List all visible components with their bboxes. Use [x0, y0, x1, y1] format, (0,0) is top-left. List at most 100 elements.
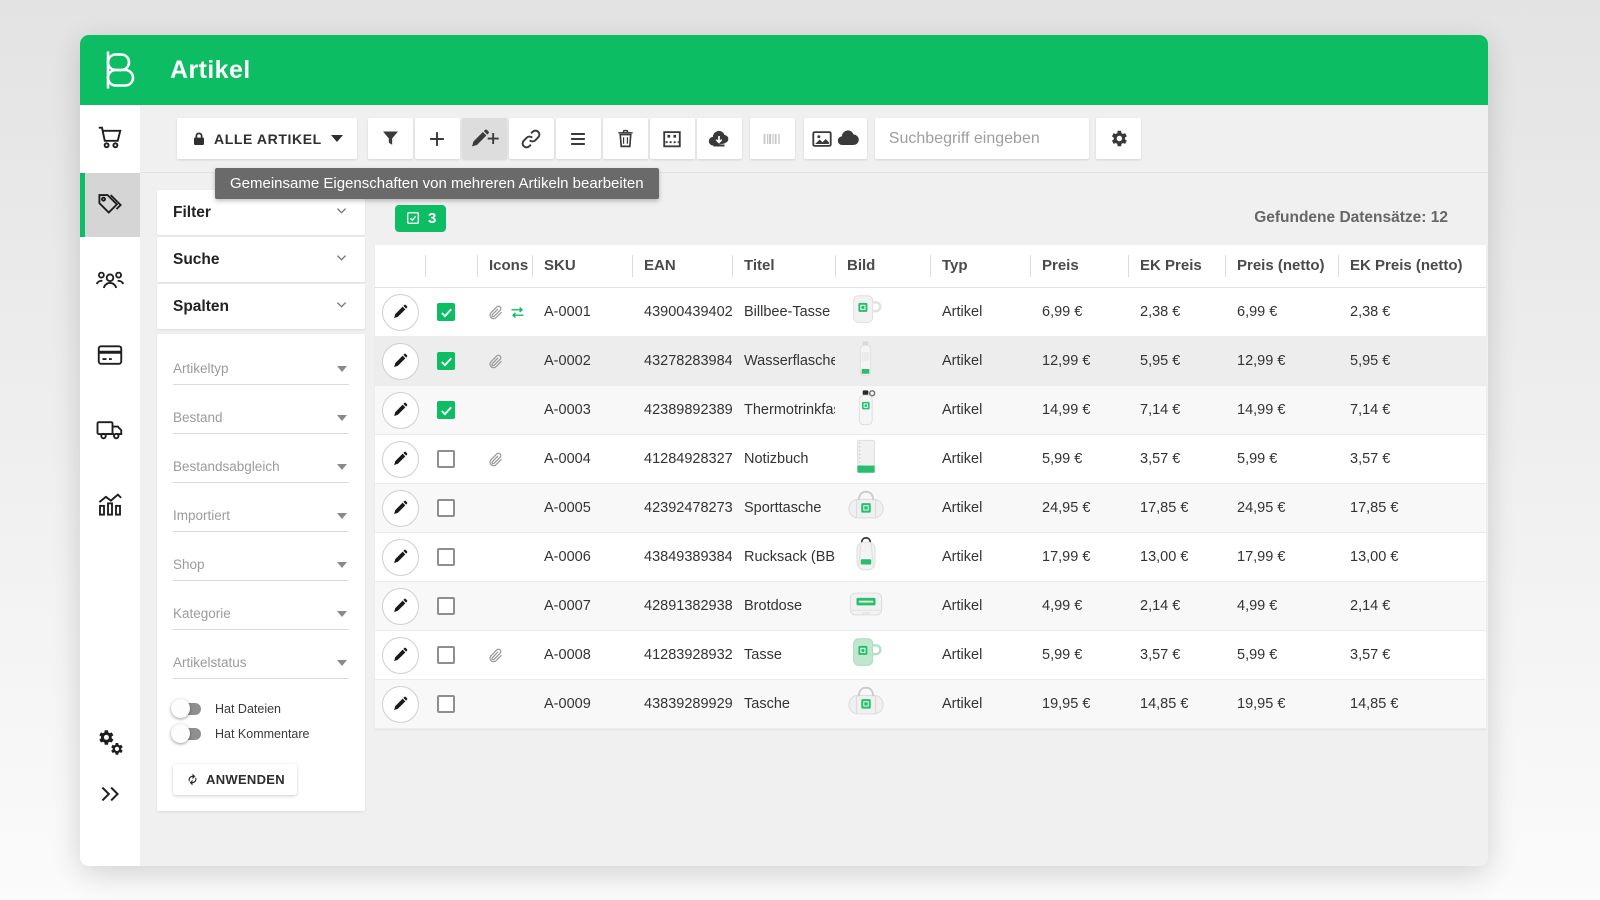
toolbar-buttons [368, 118, 869, 159]
typ-cell: Artikel [930, 696, 1030, 712]
scope-selector-button[interactable]: ALLE ARTIKEL [177, 118, 357, 159]
edit-row-button[interactable] [382, 686, 419, 723]
ek-preis-netto-cell: 7,14 € [1338, 402, 1486, 418]
column-header-ek-preis: EK Preis [1128, 254, 1225, 278]
row-checkbox[interactable] [437, 597, 455, 615]
sku-cell: A-0003 [532, 402, 632, 418]
caret-down-icon [337, 464, 347, 470]
edit-add-button[interactable] [462, 118, 507, 159]
articles-table: IconsSKUEANTitelBildTypPreisEK PreisPrei… [375, 245, 1486, 729]
image-cloud-button[interactable] [804, 118, 867, 159]
table-settings-button[interactable] [1096, 118, 1141, 159]
table-row: A-0006438493893849Rucksack (BB)Artikel17… [375, 533, 1486, 582]
preis-netto-cell: 24,95 € [1225, 500, 1338, 516]
artikeltyp-select[interactable]: Artikeltyp [173, 359, 349, 385]
edit-row-button[interactable] [382, 294, 419, 331]
toggle-hat-kommentare[interactable] [173, 727, 203, 741]
row-checkbox[interactable] [437, 646, 455, 664]
shop-select[interactable]: Shop [173, 555, 349, 581]
edit-row-button[interactable] [382, 441, 419, 478]
importiert-select[interactable]: Importiert [173, 506, 349, 532]
menu-button[interactable] [556, 118, 601, 159]
caret-down-icon [331, 135, 343, 142]
toolbar: ALLE ARTIKEL [140, 105, 1488, 173]
apply-button[interactable]: ANWENDEN [173, 764, 297, 795]
link-button[interactable] [509, 118, 554, 159]
sku-cell: A-0002 [532, 353, 632, 369]
row-checkbox[interactable] [437, 695, 455, 713]
preis-netto-cell: 17,99 € [1225, 549, 1338, 565]
cloud-download-button[interactable] [697, 118, 742, 159]
column-header-titel: Titel [732, 254, 835, 278]
apply-button-label: ANWENDEN [206, 772, 285, 787]
edit-row-button[interactable] [382, 490, 419, 527]
selected-count-badge[interactable]: 3 [395, 205, 446, 232]
titel-cell: Sporttasche [732, 500, 835, 516]
typ-cell: Artikel [930, 549, 1030, 565]
table-row: A-0003423898923899ThermotrinkfascheArtik… [375, 386, 1486, 435]
sidebar-item-articles[interactable] [80, 173, 140, 237]
sidebar-item-payments[interactable] [80, 323, 140, 387]
sku-cell: A-0009 [532, 696, 632, 712]
preis-netto-cell: 19,95 € [1225, 696, 1338, 712]
edit-row-button[interactable] [382, 539, 419, 576]
search-input[interactable] [875, 118, 1089, 159]
table-row: A-0008412839289322TasseArtikel5,99 €3,57… [375, 631, 1486, 680]
row-checkbox[interactable] [437, 499, 455, 517]
titel-cell: Billbee-Tasse [732, 304, 835, 320]
ek-preis-netto-cell: 2,38 € [1338, 304, 1486, 320]
column-header-bild: Bild [835, 254, 930, 278]
table-body: A-0001439004394023Billbee-TasseArtikel6,… [375, 288, 1486, 729]
row-checkbox[interactable] [437, 450, 455, 468]
page-title: Artikel [170, 56, 251, 85]
section-suche[interactable]: Suche [157, 237, 365, 282]
sidebar-item-expand[interactable] [80, 762, 140, 826]
chart-icon [95, 489, 125, 519]
kategorie-select[interactable]: Kategorie [173, 604, 349, 630]
truck-icon [94, 414, 126, 444]
preis-cell: 12,99 € [1030, 353, 1128, 369]
preis-netto-cell: 14,99 € [1225, 402, 1338, 418]
shelf-button[interactable] [650, 118, 695, 159]
edit-row-button[interactable] [382, 637, 419, 674]
product-image-notebook [845, 438, 887, 480]
chevron-down-icon [334, 250, 349, 270]
row-checkbox[interactable] [437, 303, 455, 321]
sidebar-item-shipping[interactable] [80, 397, 140, 461]
row-checkbox[interactable] [437, 352, 455, 370]
caret-down-icon [337, 611, 347, 617]
edit-row-button[interactable] [382, 588, 419, 625]
row-checkbox[interactable] [437, 548, 455, 566]
filter-button[interactable] [368, 118, 413, 159]
typ-cell: Artikel [930, 647, 1030, 663]
filter-fields: Artikeltyp Bestand Bestandsabgleich Importi… [173, 359, 349, 679]
sku-cell: A-0006 [532, 549, 632, 565]
sku-cell: A-0005 [532, 500, 632, 516]
ek-preis-netto-cell: 3,57 € [1338, 451, 1486, 467]
trash-button[interactable] [603, 118, 648, 159]
bestand-select[interactable]: Bestand [173, 408, 349, 434]
ean-cell: 412839289322 [632, 647, 732, 663]
edit-row-button[interactable] [382, 343, 419, 380]
section-spalten[interactable]: Spalten [157, 284, 365, 329]
sidebar-item-customers[interactable] [80, 248, 140, 312]
table-row: A-0007428913829389BrotdoseArtikel4,99 €2… [375, 582, 1486, 631]
product-image-lunchbox [845, 585, 887, 627]
artikelstatus-select[interactable]: Artikelstatus [173, 653, 349, 679]
product-image-mug-green [845, 634, 887, 676]
sidebar-item-statistics[interactable] [80, 472, 140, 536]
preis-cell: 5,99 € [1030, 451, 1128, 467]
filter-panel: FilterSucheSpalten ArtikeltypBestandBest… [157, 190, 365, 811]
refresh-icon [185, 772, 200, 787]
bestandsabgleich-select[interactable]: Bestandsabgleich [173, 457, 349, 483]
plus-button[interactable] [415, 118, 460, 159]
sidebar-item-orders[interactable] [80, 105, 140, 169]
edit-row-button[interactable] [382, 392, 419, 429]
column-header-sku: SKU [532, 254, 632, 278]
caret-down-icon [337, 562, 347, 568]
column-header-blank [425, 254, 477, 278]
attachment-icon [487, 647, 504, 664]
row-checkbox[interactable] [437, 401, 455, 419]
barcode-button[interactable] [750, 118, 795, 159]
toggle-hat-dateien[interactable] [173, 702, 203, 716]
